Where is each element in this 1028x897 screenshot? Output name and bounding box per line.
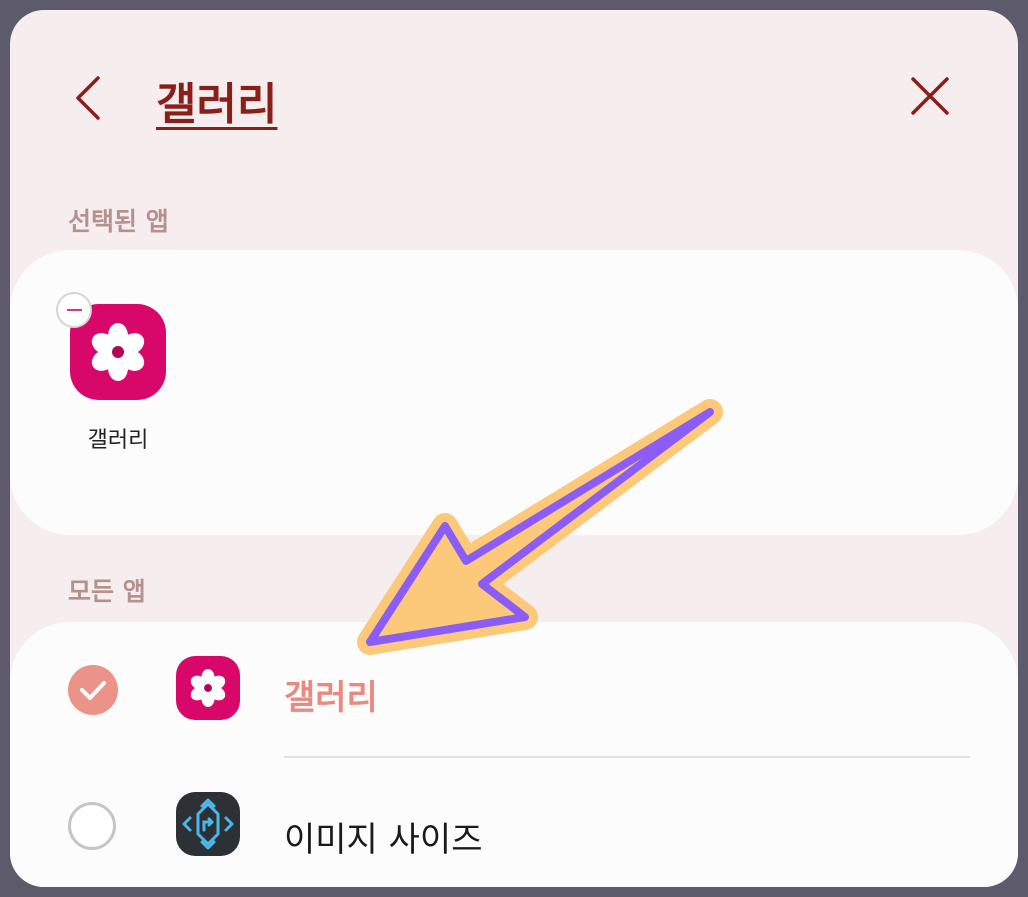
selected-apps-card [10, 250, 1018, 535]
close-button[interactable] [906, 72, 956, 122]
all-apps-heading: 모든 앱 [68, 577, 146, 606]
close-icon [911, 77, 949, 115]
image-size-checkbox[interactable] [68, 802, 116, 850]
list-divider [284, 756, 970, 758]
gallery-flower-icon [190, 668, 226, 708]
remove-app-button[interactable] [56, 292, 92, 328]
header: 갤러리 [10, 10, 1018, 170]
image-resize-icon [182, 798, 234, 850]
all-apps-card [10, 622, 1018, 887]
gallery-app-label[interactable]: 갤러리 [284, 670, 378, 719]
app-picker-screen: 갤러리 선택된 앱 갤러리 모든 앱 갤러리 이미지 사이즈 [10, 10, 1018, 887]
image-size-app-label[interactable]: 이미지 사이즈 [284, 812, 483, 861]
back-button[interactable] [68, 72, 120, 124]
page-title: 갤러리 [156, 79, 278, 130]
gallery-checkbox[interactable] [68, 665, 118, 715]
selected-app-label: 갤러리 [87, 428, 149, 453]
gallery-app-icon[interactable] [176, 656, 240, 720]
check-icon [80, 681, 106, 700]
chevron-left-icon [76, 76, 100, 120]
image-size-app-icon[interactable] [176, 792, 240, 856]
selected-apps-heading: 선택된 앱 [68, 207, 169, 236]
gallery-flower-icon [91, 323, 145, 381]
